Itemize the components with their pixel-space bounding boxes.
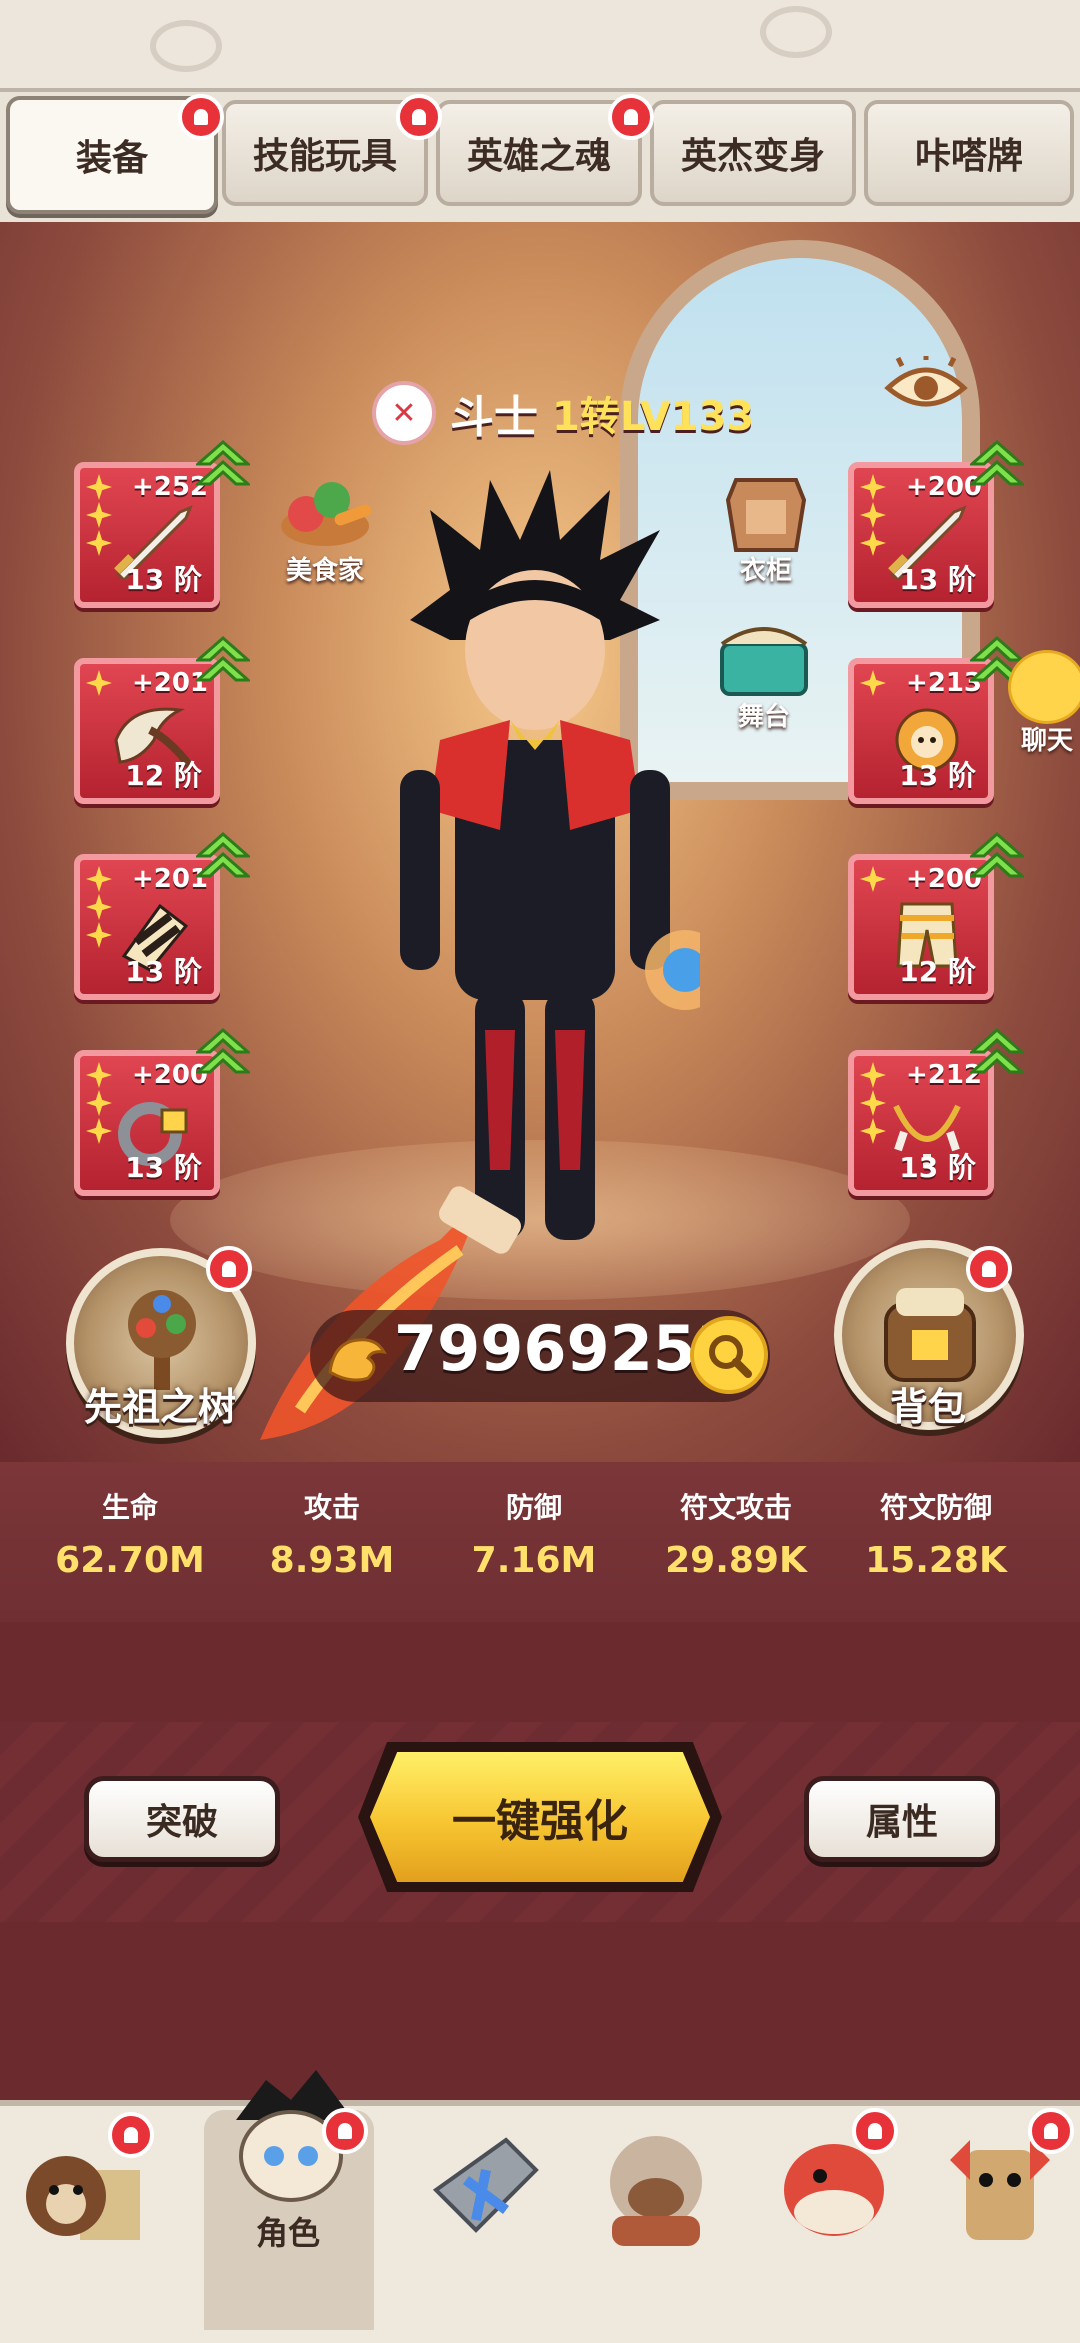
food-basket-icon [281,482,372,546]
star-rating [86,670,112,696]
equipment-tier: 13 阶 [125,955,202,988]
notification-bell-icon [322,2108,368,2154]
backpack-icon [884,1288,976,1382]
breakthrough-button[interactable]: 突破 [84,1776,280,1862]
notification-bell-icon [178,94,224,140]
star-rating [860,670,886,696]
notification-bell-icon [608,94,654,140]
upgrade-arrow-icon [196,636,250,682]
notification-bell-icon [396,94,442,140]
top-banner [0,0,1080,92]
stat-hp: 生命 62.70M [30,1486,230,1581]
equipment-tier: 13 阶 [899,759,976,792]
stat-name: 生命 [101,1491,158,1524]
attributes-label: 属性 [865,1802,938,1843]
class-name: 斗士 [450,392,538,443]
star-rating [860,1062,886,1144]
gourmet-label: 美食家 [285,556,364,586]
stat-value: 29.89K [665,1540,807,1581]
stat-value: 15.28K [865,1540,1007,1581]
equipment-tier: 13 阶 [125,1151,202,1184]
equipment-tier: 13 阶 [125,563,202,596]
upgrade-arrow-icon [196,832,250,878]
class-level-row: ✕ 斗士 1转LV133 [372,378,754,448]
equipment-tier: 13 阶 [899,563,976,596]
currency-value: 79969253 [394,1312,740,1385]
stat-rune-defense: 符文防御 15.28K [836,1486,1036,1581]
notification-bell-icon [966,1246,1012,1292]
tab-hero-transform[interactable]: 英杰变身 [650,100,856,206]
decor-swirl [150,20,222,72]
upgrade-arrow-icon [970,440,1024,486]
chat-face-icon [1008,650,1080,724]
star-rating [86,1062,112,1144]
enhance-label: 一键强化 [452,1796,628,1847]
notification-bell-icon [1028,2108,1074,2154]
chat-button[interactable]: 聊天 [1008,650,1080,757]
upgrade-arrow-icon [970,832,1024,878]
tab-label: 英杰变身 [680,136,825,177]
stage-icon [720,627,808,696]
sword-icon[interactable] [416,2120,556,2250]
stat-rune-attack: 符文攻击 29.89K [636,1486,836,1581]
arm-power-icon [328,1338,387,1382]
stage-button[interactable]: 舞台 [712,620,816,733]
tab-label: 技能玩具 [252,136,397,177]
ancestor-tree-label: 先祖之树 [84,1385,237,1429]
notification-bell-icon [108,2112,154,2158]
equipment-tier: 12 阶 [125,759,202,792]
wardrobe-button[interactable]: 衣柜 [716,470,816,587]
stat-defense: 防御 7.16M [434,1486,634,1581]
stat-value: 7.16M [471,1540,597,1581]
star-rating [860,866,886,892]
upgrade-arrow-icon [196,440,250,486]
tab-label: 装备 [75,138,148,179]
hero-character[interactable] [370,470,700,1290]
equipment-tier: 12 阶 [899,955,976,988]
stat-name: 符文攻击 [679,1491,792,1524]
tab-label: 英雄之魂 [466,136,611,177]
notification-bell-icon [206,1246,252,1292]
search-icon[interactable] [690,1316,768,1394]
stat-name: 攻击 [303,1491,360,1524]
character-level: 1转LV133 [552,394,755,440]
stage-label: 舞台 [737,702,790,732]
one-click-enhance-button[interactable]: 一键强化 [370,1752,710,1882]
upgrade-arrow-icon [970,1028,1024,1074]
equipment-tier: 13 阶 [899,1151,976,1184]
star-rating [86,474,112,556]
monkey-icon[interactable] [586,2120,726,2250]
tab-card[interactable]: 咔嗒牌 [864,100,1074,206]
notification-bell-icon [852,2108,898,2154]
stat-value: 8.93M [269,1540,395,1581]
stat-name: 符文防御 [879,1491,992,1524]
star-rating [860,474,886,556]
tab-label: 咔嗒牌 [914,136,1023,177]
upgrade-arrow-icon [196,1028,250,1074]
decor-swirl [760,6,832,58]
stat-value: 62.70M [55,1540,205,1581]
star-rating [86,866,112,948]
wardrobe-icon [725,478,807,552]
chat-label: 聊天 [1020,726,1073,756]
stat-name: 防御 [505,1491,562,1524]
fighter-class-icon: ✕ [372,381,436,445]
breakthrough-label: 突破 [145,1802,218,1843]
attributes-button[interactable]: 属性 [804,1776,1000,1862]
nav-character-label: 角色 [256,2214,321,2252]
gourmet-button[interactable]: 美食家 [270,470,380,587]
wardrobe-label: 衣柜 [739,556,792,586]
eye-icon[interactable] [884,356,968,416]
backpack-label: 背包 [890,1385,967,1429]
stat-attack: 攻击 8.93M [232,1486,432,1581]
